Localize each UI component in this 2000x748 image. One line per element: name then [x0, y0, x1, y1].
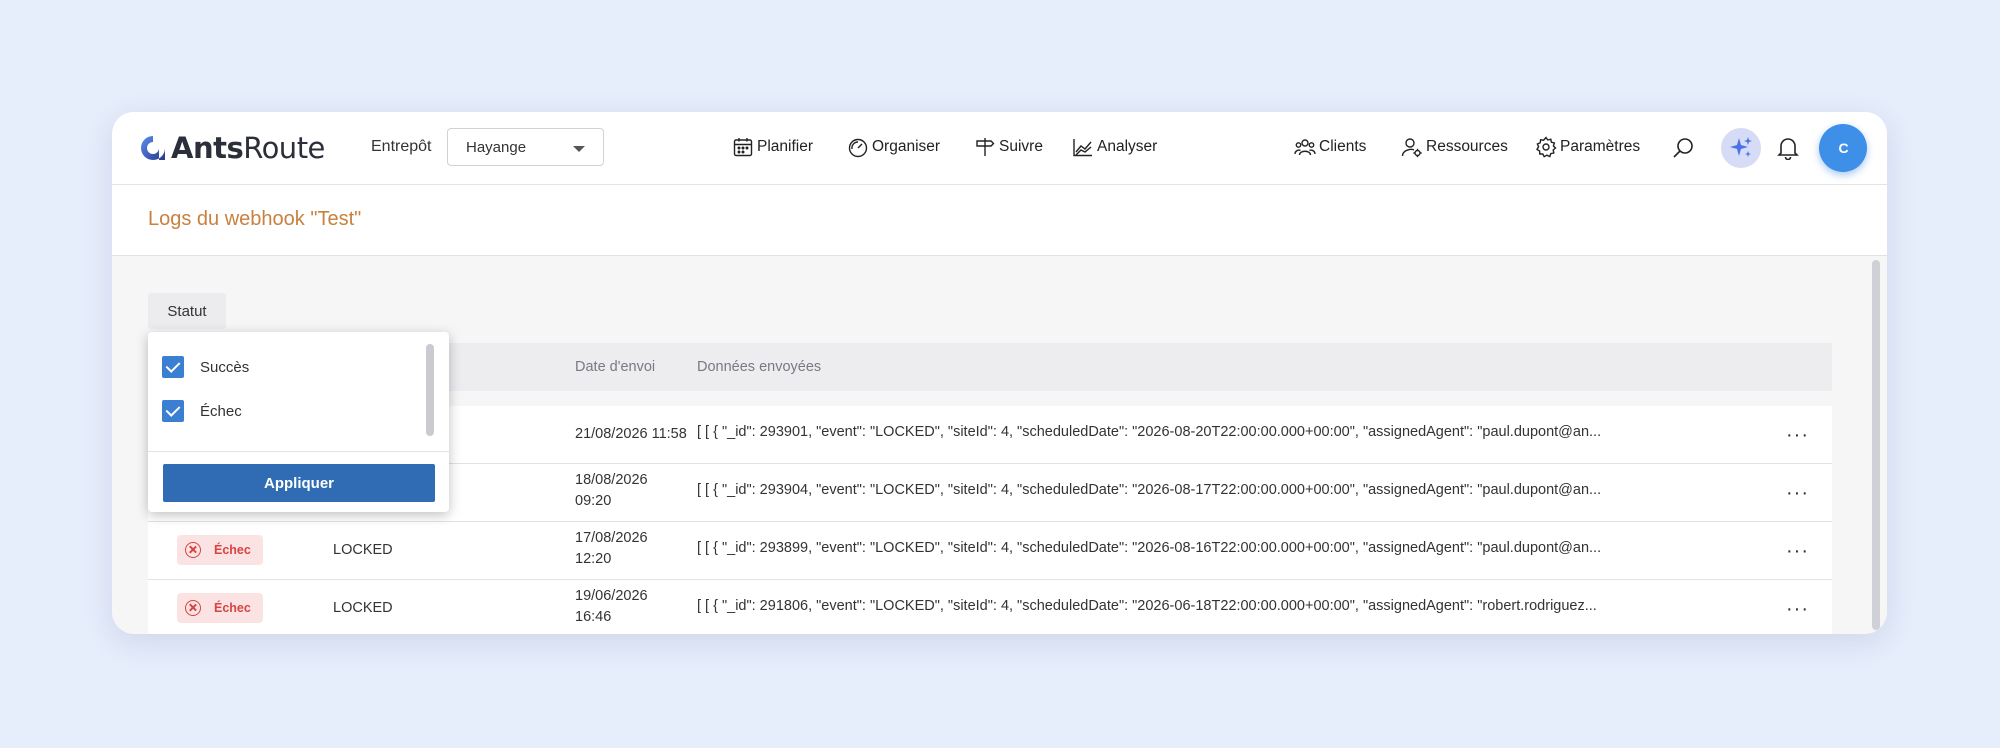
option-echec[interactable]: Échec — [162, 400, 242, 422]
checkbox-checked-icon[interactable] — [162, 356, 184, 378]
nav-label: Organiser — [872, 138, 941, 155]
dropdown-scrollbar[interactable] — [426, 344, 434, 436]
table-row[interactable]: Échec LOCKED 19/06/2026 16:46 [ [ { "_id… — [148, 580, 1832, 634]
calendar-icon — [733, 138, 753, 157]
row-data: [ [ { "_id": 291806, "event": "LOCKED", … — [697, 598, 1597, 614]
status-filter-dropdown: Succès Échec Appliquer — [148, 332, 449, 512]
error-circle-icon — [185, 600, 201, 616]
row-date: 21/08/2026 11:58 — [575, 426, 687, 442]
nav-label: Clients — [1319, 138, 1367, 155]
page-scrollbar[interactable] — [1872, 260, 1880, 630]
user-avatar[interactable]: C — [1819, 124, 1867, 172]
app-window: AntsRoute Entrepôt Hayange Planifier Org… — [112, 112, 1887, 634]
status-badge: Échec — [177, 593, 263, 623]
nav-suivre[interactable]: Suivre — [974, 136, 1043, 158]
ai-assistant-button[interactable] — [1721, 128, 1761, 168]
search-icon — [1673, 138, 1693, 158]
row-date: 19/06/2026 16:46 — [575, 588, 648, 625]
nav-label: Planifier — [757, 138, 813, 155]
nav-parametres[interactable]: Paramètres — [1535, 136, 1640, 158]
table-row[interactable]: Échec LOCKED 17/08/2026 12:20 [ [ { "_id… — [148, 522, 1832, 580]
row-event: LOCKED — [333, 600, 393, 616]
bell-icon — [1777, 138, 1799, 160]
nav-label: Suivre — [999, 138, 1043, 155]
dropdown-divider — [148, 451, 449, 452]
nav-analyser[interactable]: Analyser — [1072, 136, 1157, 158]
status-badge-label: Échec — [214, 543, 251, 557]
avatar-initials: C — [1838, 140, 1848, 156]
caret-down-icon — [573, 146, 585, 152]
sparkles-icon — [1730, 137, 1752, 157]
gear-icon — [1536, 136, 1557, 158]
nav-organiser[interactable]: Organiser — [847, 136, 940, 158]
checkbox-checked-icon[interactable] — [162, 400, 184, 422]
column-header-data: Données envoyées — [697, 359, 822, 375]
row-data: [ [ { "_id": 293904, "event": "LOCKED", … — [697, 482, 1602, 498]
users-icon — [1294, 139, 1316, 156]
logo-text: AntsRoute — [171, 131, 325, 165]
chart-icon — [1073, 139, 1092, 157]
row-date: 17/08/2026 12:20 — [575, 530, 648, 567]
row-more-button[interactable]: ··· — [1786, 599, 1809, 619]
notifications-button[interactable] — [1776, 136, 1800, 160]
signpost-icon — [976, 138, 995, 156]
status-badge: Échec — [177, 535, 263, 565]
apply-button[interactable]: Appliquer — [163, 464, 435, 502]
option-succes[interactable]: Succès — [162, 356, 249, 378]
user-gear-icon — [1401, 138, 1422, 158]
row-more-button[interactable]: ··· — [1786, 483, 1809, 503]
nav-label: Paramètres — [1560, 138, 1641, 155]
nav-planifier[interactable]: Planifier — [732, 136, 813, 158]
top-navigation-bar: AntsRoute Entrepôt Hayange Planifier Org… — [112, 112, 1887, 185]
option-label: Succès — [200, 358, 250, 376]
row-data: [ [ { "_id": 293901, "event": "LOCKED", … — [697, 424, 1602, 440]
row-more-button[interactable]: ··· — [1786, 425, 1809, 445]
nav-clients[interactable]: Clients — [1294, 136, 1366, 158]
antsroute-logo[interactable]: AntsRoute — [138, 130, 325, 166]
row-more-button[interactable]: ··· — [1786, 541, 1809, 561]
page-header: Logs du webhook "Test" — [112, 185, 1887, 256]
column-header-date: Date d'envoi — [575, 359, 656, 375]
nav-ressources[interactable]: Ressources — [1401, 136, 1508, 158]
status-filter-chip[interactable]: Statut — [148, 293, 226, 329]
row-event: LOCKED — [333, 542, 393, 558]
warehouse-select[interactable]: Hayange — [447, 128, 604, 166]
search-button[interactable] — [1671, 136, 1695, 160]
warehouse-label: Entrepôt — [371, 138, 432, 155]
nav-label: Analyser — [1097, 138, 1158, 155]
option-label: Échec — [200, 402, 242, 420]
page-title: Logs du webhook "Test" — [148, 208, 362, 230]
nav-label: Ressources — [1426, 138, 1508, 155]
status-badge-label: Échec — [214, 601, 251, 615]
gauge-icon — [848, 138, 868, 158]
row-date: 18/08/2026 09:20 — [575, 472, 648, 509]
row-data: [ [ { "_id": 293899, "event": "LOCKED", … — [697, 540, 1602, 556]
error-circle-icon — [185, 542, 201, 558]
warehouse-select-value: Hayange — [466, 139, 527, 156]
logo-icon — [141, 136, 165, 160]
